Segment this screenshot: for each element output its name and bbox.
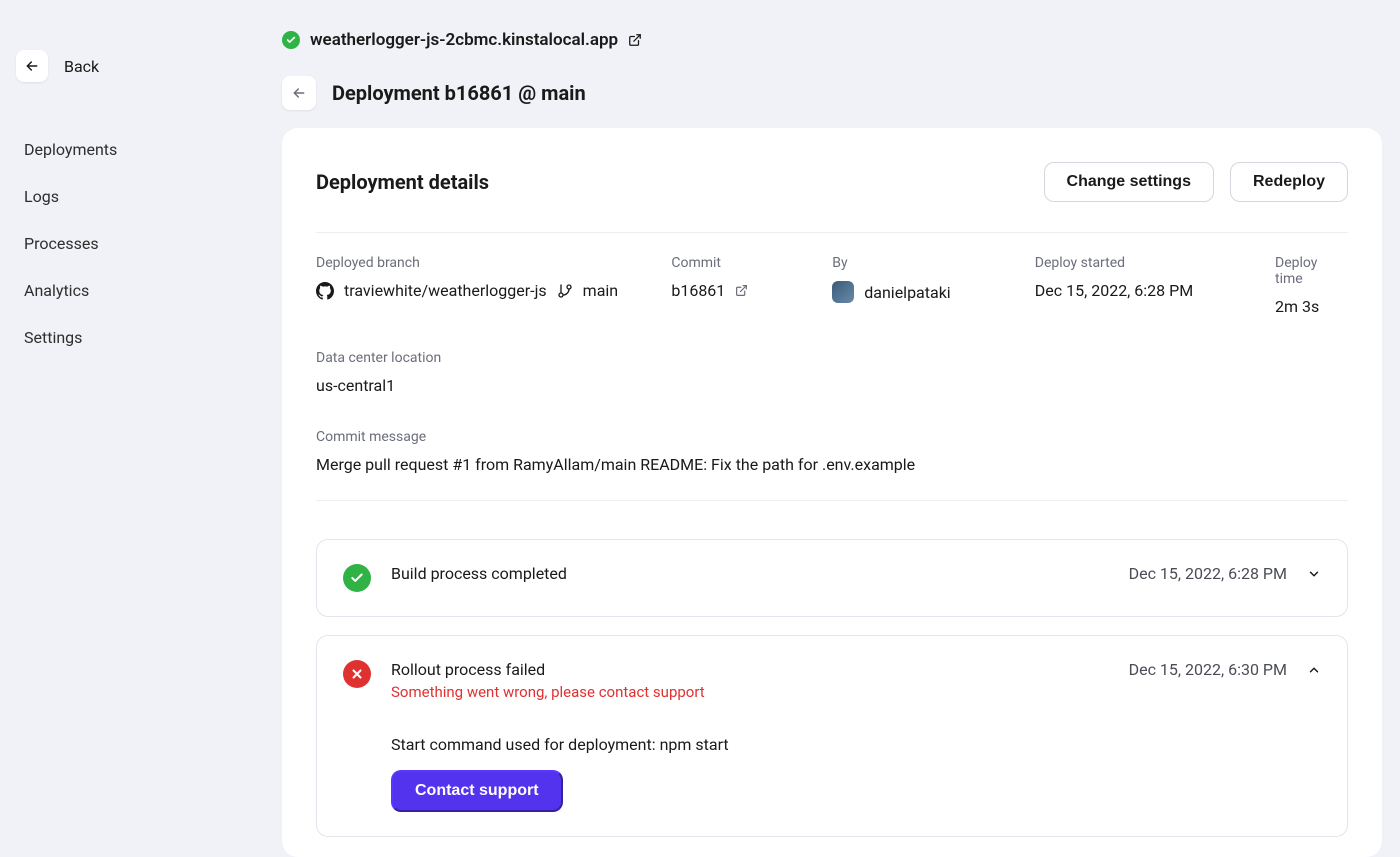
- external-link-icon: [628, 33, 642, 47]
- page-title: Deployment b16861 @ main: [332, 81, 586, 105]
- back-button[interactable]: [16, 50, 48, 82]
- detail-branch-value: traviewhite/weatherlogger-js main: [316, 281, 651, 300]
- card-header: Deployment details Change settings Redep…: [316, 162, 1348, 233]
- sidebar-item-deployments[interactable]: Deployments: [24, 140, 258, 159]
- sidebar-nav: Deployments Logs Processes Analytics Set…: [16, 140, 258, 347]
- detail-by-label: By: [832, 255, 1015, 271]
- card-actions: Change settings Redeploy: [1044, 162, 1348, 202]
- detail-commit: Commit b16861: [671, 255, 812, 316]
- contact-support-button[interactable]: Contact support: [391, 770, 563, 812]
- step-subtitle: Something went wrong, please contact sup…: [391, 683, 705, 701]
- detail-commit-label: Commit: [671, 255, 812, 271]
- change-settings-button[interactable]: Change settings: [1044, 162, 1214, 202]
- details-card: Deployment details Change settings Redep…: [282, 128, 1382, 857]
- step-timestamp: Dec 15, 2022, 6:30 PM: [1129, 660, 1287, 679]
- timeline-step-build[interactable]: Build process completed Dec 15, 2022, 6:…: [316, 539, 1348, 617]
- step-detail: Start command used for deployment: npm s…: [391, 735, 1321, 754]
- commit-message-label: Commit message: [316, 429, 1348, 445]
- app-url-link[interactable]: weatherlogger-js-2cbmc.kinstalocal.app: [310, 30, 618, 50]
- check-circle-icon: [343, 564, 371, 592]
- branch-name: main: [583, 281, 618, 300]
- detail-datacenter: Data center location us-central1: [316, 316, 1348, 395]
- detail-branch-label: Deployed branch: [316, 255, 651, 271]
- detail-commit-value[interactable]: b16861: [671, 281, 812, 300]
- detail-time-value: 2m 3s: [1275, 297, 1348, 316]
- detail-started-label: Deploy started: [1035, 255, 1255, 271]
- detail-datacenter-label: Data center location: [316, 350, 1348, 366]
- step-timestamp: Dec 15, 2022, 6:28 PM: [1129, 564, 1287, 583]
- timeline: Build process completed Dec 15, 2022, 6:…: [316, 501, 1348, 837]
- arrow-left-icon: [291, 85, 307, 101]
- step-title: Build process completed: [391, 564, 567, 583]
- chevron-down-icon: [1307, 567, 1321, 581]
- back-row: Back: [16, 50, 258, 82]
- sidebar-item-processes[interactable]: Processes: [24, 234, 258, 253]
- detail-by: By danielpataki: [832, 255, 1015, 316]
- card-title: Deployment details: [316, 170, 489, 194]
- detail-time: Deploy time 2m 3s: [1275, 255, 1348, 316]
- external-link-icon: [735, 284, 748, 297]
- repo-name: traviewhite/weatherlogger-js: [344, 281, 547, 300]
- user-name: danielpataki: [864, 283, 950, 302]
- sidebar: Back Deployments Logs Processes Analytic…: [0, 0, 282, 814]
- back-label: Back: [64, 57, 99, 76]
- commit-id: b16861: [671, 281, 725, 300]
- detail-by-value: danielpataki: [832, 281, 1015, 303]
- detail-datacenter-value: us-central1: [316, 376, 1348, 395]
- github-icon: [316, 282, 334, 300]
- avatar: [832, 281, 854, 303]
- redeploy-button[interactable]: Redeploy: [1230, 162, 1348, 202]
- page-back-button[interactable]: [282, 76, 316, 110]
- detail-time-label: Deploy time: [1275, 255, 1348, 287]
- x-circle-icon: [343, 660, 371, 688]
- details-row: Deployed branch traviewhite/weatherlogge…: [316, 233, 1348, 316]
- detail-branch: Deployed branch traviewhite/weatherlogge…: [316, 255, 651, 316]
- detail-commit-message: Commit message Merge pull request #1 fro…: [316, 395, 1348, 501]
- chevron-up-icon: [1307, 663, 1321, 677]
- commit-message-value: Merge pull request #1 from RamyAllam/mai…: [316, 455, 1348, 474]
- step-title: Rollout process failed: [391, 660, 705, 679]
- detail-started-value: Dec 15, 2022, 6:28 PM: [1035, 281, 1255, 300]
- sidebar-item-settings[interactable]: Settings: [24, 328, 258, 347]
- timeline-step-rollout[interactable]: Rollout process failed Something went wr…: [316, 635, 1348, 837]
- arrow-left-icon: [24, 58, 40, 74]
- page-title-row: Deployment b16861 @ main: [282, 76, 1382, 110]
- sidebar-item-logs[interactable]: Logs: [24, 187, 258, 206]
- git-branch-icon: [557, 283, 573, 299]
- sidebar-item-analytics[interactable]: Analytics: [24, 281, 258, 300]
- main: weatherlogger-js-2cbmc.kinstalocal.app D…: [282, 0, 1400, 814]
- status-success-icon: [282, 31, 300, 49]
- app-url-row: weatherlogger-js-2cbmc.kinstalocal.app: [282, 30, 1382, 50]
- detail-started: Deploy started Dec 15, 2022, 6:28 PM: [1035, 255, 1255, 316]
